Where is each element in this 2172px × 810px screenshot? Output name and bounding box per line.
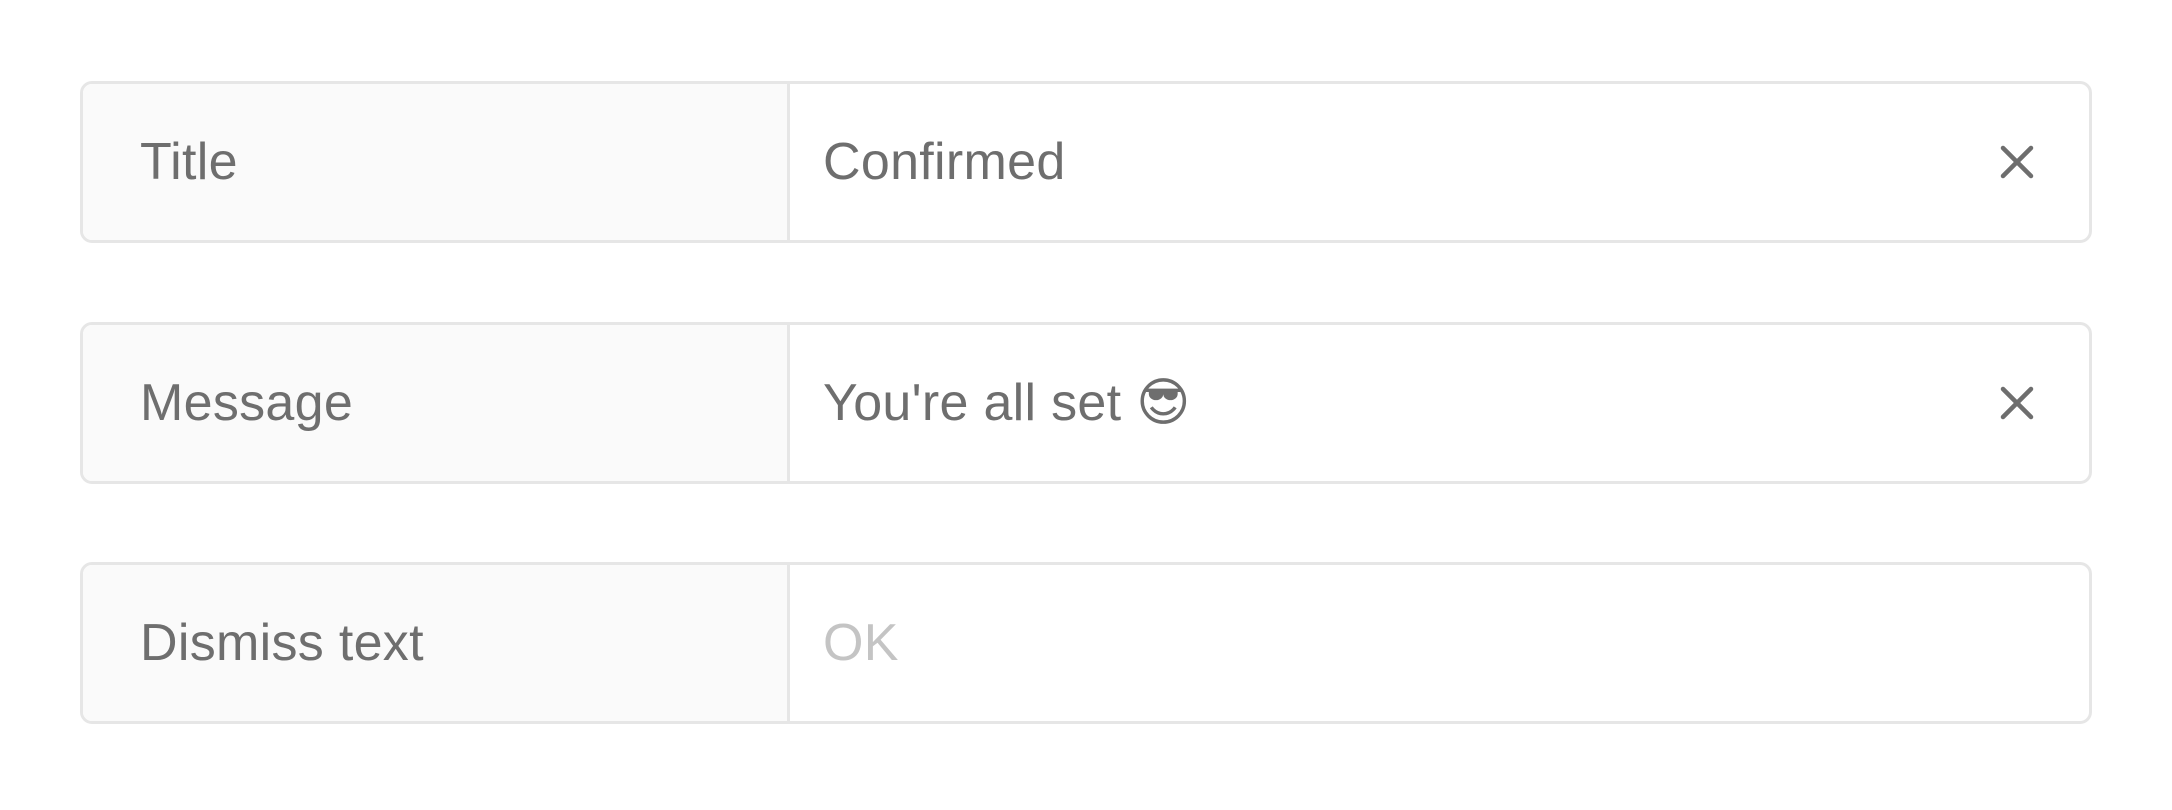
message-field-row: Message (80, 322, 2092, 484)
close-icon (2000, 386, 2034, 420)
dismiss-text-field-label: Dismiss text (83, 565, 790, 721)
title-field-row: Title (80, 81, 2092, 243)
message-field-label: Message (83, 325, 790, 481)
dismiss-text-input[interactable] (790, 565, 2089, 721)
message-input[interactable] (790, 325, 2089, 481)
title-input[interactable] (790, 84, 2089, 240)
dismiss-text-input-wrap (790, 565, 2089, 721)
close-icon (2000, 145, 2034, 179)
title-clear-button[interactable] (1987, 132, 2047, 192)
alert-settings-form: Title Message Dismiss text (0, 0, 2172, 810)
title-field-label: Title (83, 84, 790, 240)
dismiss-text-field-row: Dismiss text (80, 562, 2092, 724)
message-input-wrap (790, 325, 2089, 481)
message-clear-button[interactable] (1987, 373, 2047, 433)
title-input-wrap (790, 84, 2089, 240)
